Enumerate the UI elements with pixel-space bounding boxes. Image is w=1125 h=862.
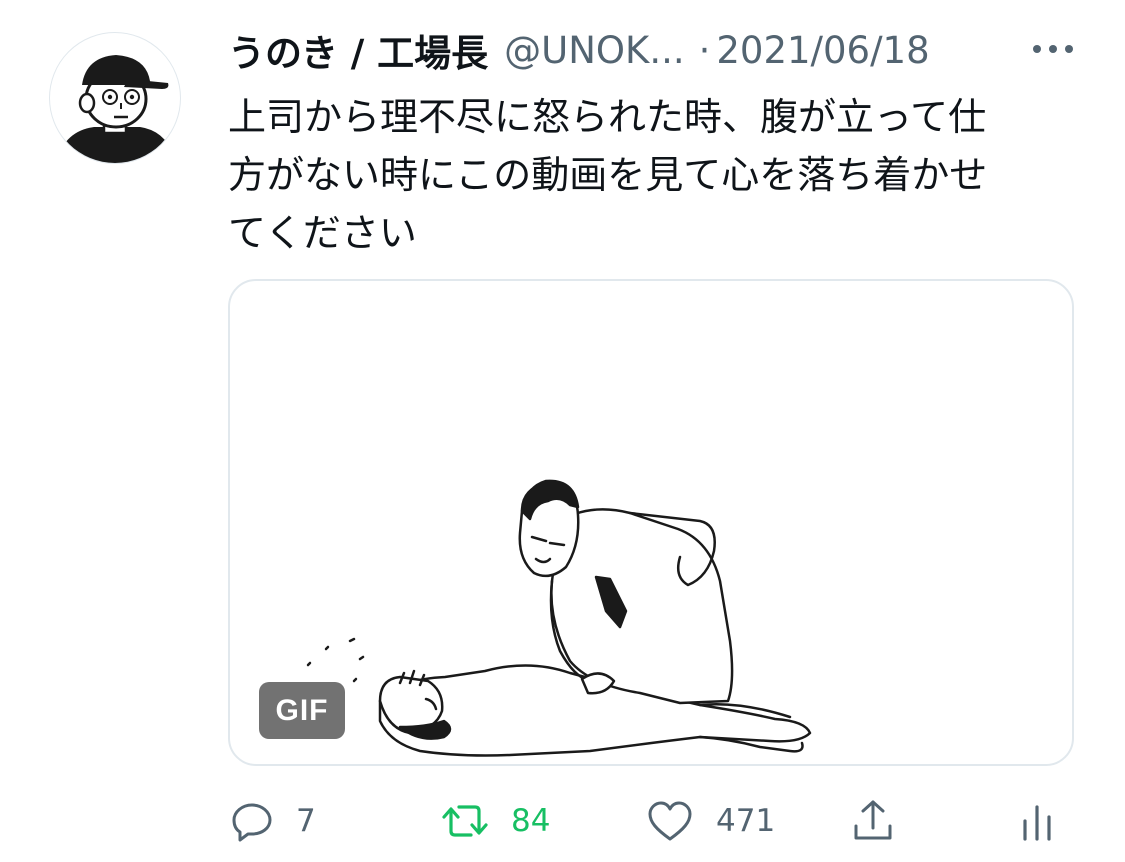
more-horizontal-icon[interactable] bbox=[1029, 36, 1077, 62]
analytics-button[interactable] bbox=[1020, 790, 1076, 852]
like-button[interactable]: 471 bbox=[646, 790, 775, 852]
tweet-date[interactable]: 2021/06/18 bbox=[716, 29, 929, 72]
gif-illustration bbox=[306, 479, 812, 757]
separator-dot: · bbox=[698, 28, 711, 72]
retweet-button[interactable]: 84 bbox=[441, 790, 550, 852]
tweet-text-line: 方がない時にこの動画を見て心を落ち着かせ bbox=[228, 153, 988, 197]
retweet-icon bbox=[442, 805, 488, 837]
gif-badge: GIF bbox=[259, 682, 345, 739]
heart-icon bbox=[648, 801, 692, 841]
share-icon bbox=[854, 800, 892, 840]
user-handle[interactable]: @UNOK... bbox=[504, 29, 684, 72]
reply-button[interactable]: 7 bbox=[230, 790, 316, 852]
tweet-header: うのき / 工場長 @UNOK... · 2021/06/18 bbox=[228, 24, 930, 76]
like-count: 471 bbox=[716, 803, 776, 839]
share-button[interactable] bbox=[850, 790, 918, 852]
tweet-text: 上司から理不尽に怒られた時、腹が立って仕 方がない時にこの動画を見て心を落ち着か… bbox=[228, 88, 1078, 262]
reply-count: 7 bbox=[296, 803, 316, 839]
tweet-actions: 7 84 471 bbox=[228, 790, 1078, 852]
display-name[interactable]: うのき / 工場長 bbox=[228, 23, 488, 77]
reply-icon bbox=[232, 803, 272, 842]
avatar[interactable] bbox=[49, 32, 181, 164]
tweet-text-line: 上司から理不尽に怒られた時、腹が立って仕 bbox=[228, 95, 987, 139]
gif-media[interactable]: GIF bbox=[228, 279, 1074, 766]
tweet-text-line: てください bbox=[228, 211, 417, 255]
avatar-illustration bbox=[56, 55, 176, 163]
analytics-icon bbox=[1023, 805, 1051, 841]
retweet-count: 84 bbox=[511, 803, 551, 839]
